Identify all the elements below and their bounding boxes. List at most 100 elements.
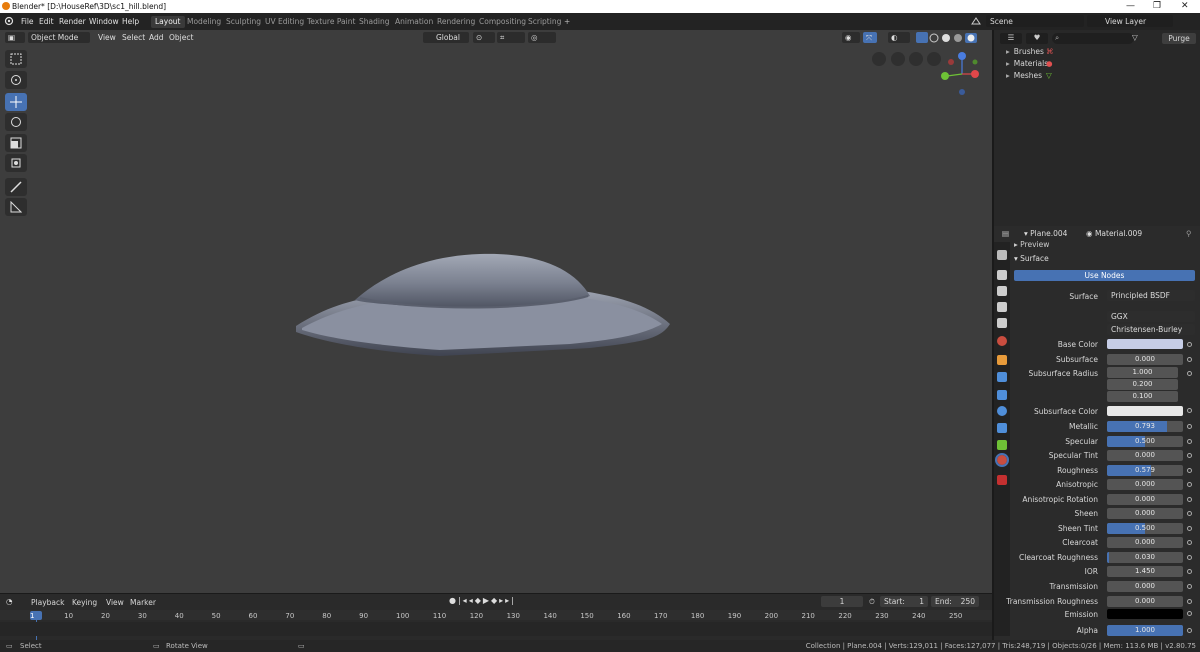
subsurface-radius-z[interactable]: 0.100 bbox=[1107, 391, 1178, 402]
scene-selector[interactable]: Scene bbox=[986, 15, 1084, 27]
pin-icon[interactable]: ⚲ bbox=[1186, 229, 1192, 238]
menu-file[interactable]: File bbox=[21, 17, 34, 26]
xray-icon[interactable] bbox=[916, 32, 928, 43]
tab-rendering[interactable]: Rendering bbox=[433, 16, 479, 28]
viewport-menu-view[interactable]: View bbox=[95, 32, 119, 43]
blender-menu-icon[interactable] bbox=[4, 16, 14, 26]
measure-tool[interactable] bbox=[5, 198, 27, 216]
view-layer-selector[interactable]: View Layer bbox=[1087, 15, 1173, 27]
timeline-menu-view[interactable]: View bbox=[106, 598, 124, 607]
outliner-item-brushes[interactable]: ▸ Brushes ⌘ bbox=[1006, 47, 1054, 56]
timeline-channel-area[interactable] bbox=[0, 622, 992, 636]
filter-type-icon[interactable]: ♥ bbox=[1026, 33, 1048, 44]
use-nodes-button[interactable]: Use Nodes bbox=[1014, 270, 1195, 281]
distribution-dropdown[interactable]: GGX bbox=[1107, 311, 1195, 322]
param-socket-icon[interactable] bbox=[1187, 628, 1192, 633]
subsurface-color-swatch[interactable] bbox=[1107, 406, 1183, 416]
emission-color-swatch[interactable] bbox=[1107, 609, 1183, 619]
add-workspace-button[interactable]: + bbox=[560, 16, 574, 28]
tab-material-icon[interactable] bbox=[995, 453, 1009, 467]
param-slider[interactable]: 0.030 bbox=[1107, 552, 1183, 563]
playback-controls[interactable]: ●|◂◂◆▶◆▸▸| bbox=[449, 596, 531, 607]
surface-panel-header[interactable]: ▾ Surface bbox=[1014, 254, 1049, 263]
annotate-tool[interactable] bbox=[5, 178, 27, 196]
visibility-icon[interactable]: ◉ bbox=[842, 32, 860, 43]
editor-type-icon[interactable]: ▣ bbox=[5, 32, 25, 43]
tab-texture-icon[interactable] bbox=[997, 475, 1007, 485]
subsurface-method-dropdown[interactable]: Christensen-Burley bbox=[1107, 324, 1195, 335]
param-socket-icon[interactable] bbox=[1187, 511, 1192, 516]
timeline-menu-playback[interactable]: Playback bbox=[31, 598, 64, 607]
param-socket-icon[interactable] bbox=[1187, 439, 1192, 444]
timeline-editor-type-icon[interactable]: ◔ bbox=[6, 597, 21, 607]
display-mode-icon[interactable]: ☰ bbox=[1000, 33, 1022, 44]
param-slider[interactable]: 0.000 bbox=[1107, 537, 1183, 548]
tab-mesh-data-icon[interactable] bbox=[997, 440, 1007, 450]
maximize-button[interactable]: ❐ bbox=[1153, 1, 1161, 11]
outliner-item-meshes[interactable]: ▸ Meshes ▽ bbox=[1006, 71, 1052, 80]
purge-button[interactable]: Purge bbox=[1162, 33, 1196, 44]
tab-view-layer-icon[interactable] bbox=[997, 302, 1007, 312]
base-color-socket-icon[interactable] bbox=[1187, 342, 1192, 347]
param-socket-icon[interactable] bbox=[1187, 584, 1192, 589]
param-slider[interactable]: 0.000 bbox=[1107, 479, 1183, 490]
viewport-menu-select[interactable]: Select bbox=[119, 32, 148, 43]
subsurface-radius-x[interactable]: 1.000 bbox=[1107, 367, 1178, 378]
param-slider[interactable]: 0.500 bbox=[1107, 523, 1183, 534]
subsurface-color-socket-icon[interactable] bbox=[1187, 408, 1192, 413]
shading-modes[interactable] bbox=[929, 33, 979, 43]
param-slider[interactable]: 0.000 bbox=[1107, 581, 1183, 592]
surface-shader-selector[interactable]: Principled BSDF bbox=[1107, 290, 1195, 301]
param-slider[interactable]: 0.793 bbox=[1107, 421, 1183, 432]
transform-orientation[interactable]: Global bbox=[423, 32, 469, 43]
menu-edit[interactable]: Edit bbox=[39, 17, 54, 26]
tab-shading[interactable]: Shading bbox=[355, 16, 393, 28]
param-socket-icon[interactable] bbox=[1187, 555, 1192, 560]
param-socket-icon[interactable] bbox=[1187, 599, 1192, 604]
param-socket-icon[interactable] bbox=[1187, 453, 1192, 458]
menu-render[interactable]: Render bbox=[59, 17, 86, 26]
preview-panel-header[interactable]: ▸ Preview bbox=[1014, 240, 1049, 249]
properties-editor-icon[interactable]: ▤ bbox=[1002, 229, 1009, 238]
scale-tool[interactable] bbox=[5, 134, 27, 152]
param-socket-icon[interactable] bbox=[1187, 540, 1192, 545]
start-frame-field[interactable]: Start: 1 bbox=[880, 596, 928, 607]
param-slider[interactable]: 0.500 bbox=[1107, 436, 1183, 447]
end-frame-field[interactable]: End: 250 bbox=[931, 596, 979, 607]
param-slider[interactable]: 0.000 bbox=[1107, 354, 1183, 365]
param-slider[interactable]: 0.000 bbox=[1107, 596, 1183, 607]
mode-selector[interactable]: Object Mode bbox=[28, 32, 90, 43]
minimize-button[interactable]: — bbox=[1126, 1, 1135, 11]
viewport-menu-object[interactable]: Object bbox=[166, 32, 196, 43]
outliner-search-input[interactable]: ⌕ bbox=[1052, 33, 1134, 44]
viewport-menu-add[interactable]: Add bbox=[146, 32, 167, 43]
tab-particles-icon[interactable] bbox=[997, 390, 1007, 400]
menu-window[interactable]: Window bbox=[89, 17, 119, 26]
rotate-tool[interactable] bbox=[5, 113, 27, 131]
gizmo-toggle-icon[interactable]: ⤧ bbox=[863, 32, 877, 43]
overlay-icon[interactable]: ◐ bbox=[888, 32, 910, 43]
timeline-menu-keying[interactable]: Keying bbox=[72, 598, 97, 607]
emission-socket-icon[interactable] bbox=[1187, 611, 1192, 616]
navigation-gizmo[interactable] bbox=[871, 50, 981, 100]
stopwatch-icon[interactable]: ⏱ bbox=[869, 597, 875, 607]
param-socket-icon[interactable] bbox=[1187, 526, 1192, 531]
param-socket-icon[interactable] bbox=[1187, 497, 1192, 502]
close-button[interactable]: ✕ bbox=[1181, 1, 1189, 11]
snap-icon[interactable]: ⌗ bbox=[497, 32, 525, 43]
pivot-icon[interactable]: ⊙ bbox=[473, 32, 495, 43]
param-slider[interactable]: 1.000 bbox=[1107, 625, 1183, 636]
current-frame-field[interactable]: 1 bbox=[821, 596, 863, 607]
timeline-menu-marker[interactable]: Marker bbox=[130, 598, 156, 607]
tab-render-icon[interactable] bbox=[997, 270, 1007, 280]
tab-layout[interactable]: Layout bbox=[151, 16, 185, 28]
param-socket-icon[interactable] bbox=[1187, 424, 1192, 429]
cursor-tool[interactable] bbox=[5, 71, 27, 89]
tab-tool-icon[interactable] bbox=[997, 250, 1007, 260]
param-socket-icon[interactable] bbox=[1187, 357, 1192, 362]
tab-sculpting[interactable]: Sculpting bbox=[222, 16, 265, 28]
select-box-tool[interactable] bbox=[5, 50, 27, 68]
tab-output-icon[interactable] bbox=[997, 286, 1007, 296]
outliner-item-materials[interactable]: ▸ Materials ● bbox=[1006, 59, 1053, 68]
param-slider[interactable]: 1.450 bbox=[1107, 566, 1183, 577]
